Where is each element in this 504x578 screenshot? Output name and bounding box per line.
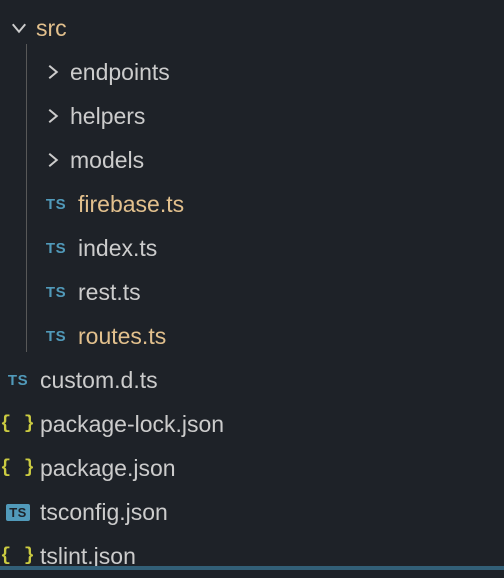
chevron-right-icon xyxy=(42,105,64,127)
file-rest-ts[interactable]: TS rest.ts xyxy=(0,270,504,314)
json-icon: { } xyxy=(4,414,32,434)
status-bar xyxy=(0,566,504,570)
chevron-right-icon xyxy=(42,61,64,83)
tsconfig-icon: TS xyxy=(4,504,32,521)
folder-endpoints[interactable]: endpoints xyxy=(0,50,504,94)
folder-label: src xyxy=(36,15,67,42)
typescript-icon: TS xyxy=(4,372,32,389)
file-package-json[interactable]: { } package.json xyxy=(0,446,504,490)
folder-label: helpers xyxy=(70,103,145,130)
file-label: index.ts xyxy=(78,235,157,262)
file-label: package-lock.json xyxy=(40,411,224,438)
file-label: package.json xyxy=(40,455,176,482)
file-tsconfig-json[interactable]: TS tsconfig.json xyxy=(0,490,504,534)
folder-label: models xyxy=(70,147,144,174)
file-firebase-ts[interactable]: TS firebase.ts xyxy=(0,182,504,226)
file-index-ts[interactable]: TS index.ts xyxy=(0,226,504,270)
typescript-icon: TS xyxy=(42,328,70,345)
file-label: routes.ts xyxy=(78,323,166,350)
file-label: rest.ts xyxy=(78,279,141,306)
file-tree: src endpoints helpers models TS firebase… xyxy=(0,0,504,578)
file-label: firebase.ts xyxy=(78,191,184,218)
chevron-down-icon xyxy=(8,17,30,39)
typescript-icon: TS xyxy=(42,196,70,213)
folder-models[interactable]: models xyxy=(0,138,504,182)
file-routes-ts[interactable]: TS routes.ts xyxy=(0,314,504,358)
folder-src[interactable]: src xyxy=(0,6,504,50)
file-package-lock-json[interactable]: { } package-lock.json xyxy=(0,402,504,446)
file-label: tsconfig.json xyxy=(40,499,168,526)
json-icon: { } xyxy=(4,546,32,566)
typescript-icon: TS xyxy=(42,240,70,257)
typescript-icon: TS xyxy=(42,284,70,301)
chevron-right-icon xyxy=(42,149,64,171)
file-tslint-json[interactable]: { } tslint.json xyxy=(0,534,504,578)
file-custom-d-ts[interactable]: TS custom.d.ts xyxy=(0,358,504,402)
indent-guide xyxy=(26,44,27,352)
json-icon: { } xyxy=(4,458,32,478)
file-label: custom.d.ts xyxy=(40,367,158,394)
folder-helpers[interactable]: helpers xyxy=(0,94,504,138)
folder-label: endpoints xyxy=(70,59,170,86)
